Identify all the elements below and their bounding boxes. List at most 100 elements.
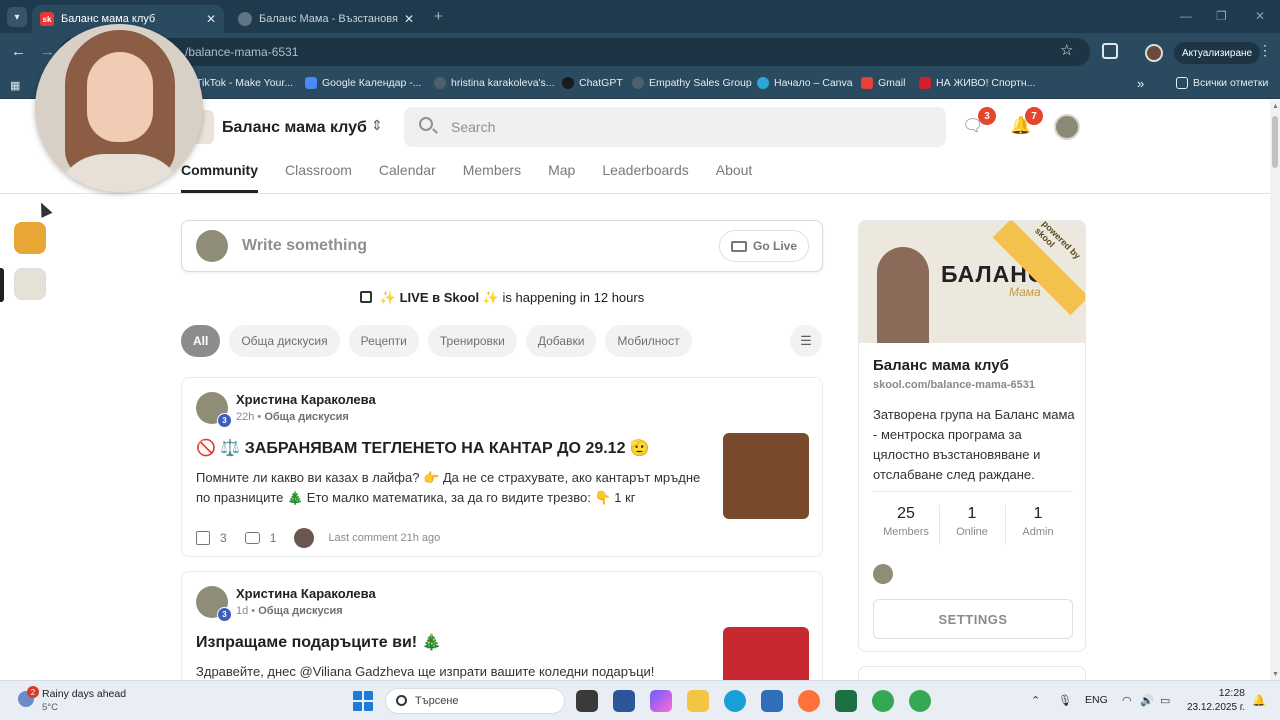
bookmark-empathy-sales[interactable]: Empathy Sales Group xyxy=(632,77,752,89)
weather-title[interactable]: Rainy days ahead xyxy=(42,688,126,700)
scroll-thumb[interactable] xyxy=(1272,116,1278,168)
copilot-icon[interactable] xyxy=(650,690,672,712)
maximize-icon[interactable]: ❐ xyxy=(1216,9,1227,23)
member-avatar[interactable] xyxy=(873,564,893,584)
edge-icon[interactable] xyxy=(724,690,746,712)
post-card[interactable]: 3 Христина Караколева 22h • Обща дискуси… xyxy=(181,377,823,557)
bookmark-star-icon[interactable]: ☆ xyxy=(1060,41,1073,59)
live-event-banner[interactable]: ✨ LIVE в Skool ✨ is happening in 12 hour… xyxy=(181,290,823,306)
wifi-icon[interactable]: ◠ xyxy=(1122,694,1132,707)
clock-date[interactable]: 23.12.2025 г. xyxy=(1185,702,1245,713)
language-indicator[interactable]: ENG xyxy=(1085,694,1108,706)
tab-community[interactable]: Community xyxy=(181,162,258,193)
stat-admin[interactable]: 1 Admin xyxy=(1005,505,1071,538)
filter-supplements[interactable]: Добавки xyxy=(525,325,597,357)
back-icon[interactable]: ← xyxy=(11,43,26,60)
close-tab-icon[interactable]: ✕ xyxy=(404,12,414,26)
chrome-icon[interactable] xyxy=(872,690,894,712)
bookmark-canva[interactable]: Начало – Canva xyxy=(757,77,853,89)
page-scrollbar[interactable]: ▲ ▼ xyxy=(1270,100,1280,680)
post-thumbnail[interactable] xyxy=(723,627,809,680)
tab-about[interactable]: About xyxy=(716,162,753,193)
tab-map[interactable]: Map xyxy=(548,162,575,193)
tab-classroom[interactable]: Classroom xyxy=(285,162,352,193)
tab-leaderboards[interactable]: Leaderboards xyxy=(602,162,688,193)
file-explorer-icon[interactable] xyxy=(687,690,709,712)
tab-title: Баланс Мама - Възстановяване xyxy=(259,13,398,25)
store-icon[interactable] xyxy=(761,690,783,712)
stat-online[interactable]: 1 Online xyxy=(939,505,1005,538)
filter-recipes[interactable]: Рецепти xyxy=(348,325,419,357)
browser-tab[interactable]: Баланс Мама - Възстановяване ✕ xyxy=(230,5,422,33)
post-meta: 22h • Обща дискусия xyxy=(236,411,349,423)
group-banner[interactable]: БАЛАНС Мама powered by skool xyxy=(859,221,1085,343)
post-card[interactable]: 3 Христина Караколева 1d • Обща дискусия… xyxy=(181,571,823,680)
close-tab-icon[interactable]: ✕ xyxy=(206,12,216,26)
update-button[interactable]: Актуализиране xyxy=(1174,42,1261,64)
stat-members[interactable]: 25 Members xyxy=(873,505,939,538)
settings-button[interactable]: SETTINGS xyxy=(873,599,1073,639)
community-rail-item[interactable] xyxy=(14,222,46,254)
task-view-icon[interactable] xyxy=(576,690,598,712)
scroll-up-icon[interactable]: ▲ xyxy=(1272,103,1279,110)
url-text[interactable]: /balance-mama-6531 xyxy=(185,45,298,59)
user-avatar[interactable] xyxy=(1054,114,1080,140)
firefox-icon[interactable] xyxy=(798,690,820,712)
volume-icon[interactable]: 🔊 xyxy=(1140,694,1154,707)
notification-center-icon[interactable]: 🔔 xyxy=(1252,694,1266,707)
calendar-icon xyxy=(359,291,372,303)
post-author[interactable]: Христина Караколева xyxy=(236,586,376,601)
group-switcher-icon[interactable]: ⇕ xyxy=(371,117,383,134)
bookmark-gmail[interactable]: Gmail xyxy=(861,77,905,89)
excel-icon[interactable] xyxy=(835,690,857,712)
apps-grid-icon[interactable]: ▦ xyxy=(10,79,20,92)
browser-menu-icon[interactable]: ⋮ xyxy=(1258,42,1272,59)
comment-icon[interactable] xyxy=(244,532,260,544)
tab-search-menu-icon[interactable]: ▾ xyxy=(7,7,27,27)
bookmark-tiktok[interactable]: TikTok - Make Your... xyxy=(196,77,293,89)
card-group-url[interactable]: skool.com/balance-mama-6531 xyxy=(873,379,1035,391)
scroll-down-icon[interactable]: ▼ xyxy=(1272,671,1279,678)
word-icon[interactable] xyxy=(613,690,635,712)
post-category[interactable]: Обща дискусия xyxy=(258,605,342,617)
battery-icon[interactable]: ▭ xyxy=(1160,694,1170,707)
go-live-button[interactable]: Go Live xyxy=(719,230,809,262)
filter-workouts[interactable]: Тренировки xyxy=(427,325,517,357)
composer-placeholder[interactable]: Write something xyxy=(242,237,367,255)
group-name[interactable]: Баланс мама клуб xyxy=(222,119,367,137)
close-window-icon[interactable]: ✕ xyxy=(1255,9,1265,23)
all-bookmarks-folder[interactable]: Всички отметки xyxy=(1176,77,1268,89)
post-category[interactable]: Обща дискусия xyxy=(264,411,348,423)
filter-all[interactable]: All xyxy=(181,325,221,357)
post-author[interactable]: Христина Караколева xyxy=(236,392,376,407)
clock-time[interactable]: 12:28 xyxy=(1193,687,1245,699)
skool-page: Баланс мама клуб ⇕ 🗨 3 🔔 7 Community Cla… xyxy=(0,100,1270,680)
community-rail-item-active[interactable] xyxy=(14,268,46,300)
search-box[interactable] xyxy=(404,107,946,147)
bookmark-hristina[interactable]: hristina karakoleva's... xyxy=(434,77,555,89)
filter-settings-icon[interactable]: ☰ xyxy=(790,325,822,357)
profile-avatar[interactable] xyxy=(1145,44,1163,62)
more-bookmarks-icon[interactable]: » xyxy=(1137,76,1144,91)
tab-members[interactable]: Members xyxy=(463,162,521,193)
bookmark-live-sport[interactable]: НА ЖИВО! Спортн... xyxy=(919,77,1035,89)
post-composer[interactable]: Write something Go Live xyxy=(181,220,823,272)
filter-mobility[interactable]: Мобилност xyxy=(605,325,692,357)
bookmark-google-calendar[interactable]: Google Календар -... xyxy=(305,77,421,89)
microphone-icon[interactable]: 🎙 xyxy=(1058,694,1072,707)
chrome-icon[interactable] xyxy=(909,690,931,712)
minimize-icon[interactable]: — xyxy=(1180,9,1192,23)
post-thumbnail[interactable] xyxy=(723,433,809,519)
taskbar-search[interactable]: Търсене xyxy=(385,688,565,714)
post-title[interactable]: 🚫 ⚖️ ЗАБРАНЯВАМ ТЕГЛЕНЕТО НА КАНТАР ДО 2… xyxy=(196,438,650,458)
windows-start-icon[interactable] xyxy=(353,691,373,711)
like-icon[interactable] xyxy=(196,531,210,545)
filter-general[interactable]: Обща дискусия xyxy=(229,325,340,357)
tab-calendar[interactable]: Calendar xyxy=(379,162,436,193)
post-title[interactable]: Изпращаме подаръците ви! 🎄 xyxy=(196,632,442,652)
search-input[interactable] xyxy=(451,117,931,137)
bookmark-chatgpt[interactable]: ChatGPT xyxy=(562,77,623,89)
new-tab-icon[interactable]: + xyxy=(434,8,443,25)
tray-chevron-icon[interactable]: ⌃ xyxy=(1031,694,1040,707)
extensions-icon[interactable] xyxy=(1102,43,1118,59)
